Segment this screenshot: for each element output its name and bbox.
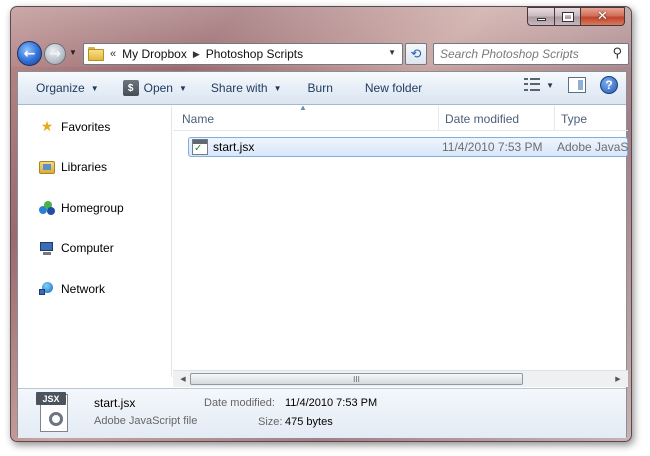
gear-icon [49, 412, 63, 426]
file-name: start.jsx [213, 140, 255, 154]
sidebar-item-favorites[interactable]: ★ Favorites [18, 116, 172, 138]
scrollbar-thumb[interactable]: III [190, 373, 523, 385]
back-arrow-icon: ← [23, 45, 36, 62]
sidebar-item-label: Favorites [61, 120, 111, 134]
scroll-right-icon[interactable]: ▶ [611, 373, 625, 385]
search-input[interactable] [440, 46, 620, 62]
caption-buttons: ✕ [527, 7, 625, 26]
search-box: ⚲ [433, 43, 629, 65]
open-icon: $ [122, 80, 139, 96]
preview-pane-icon[interactable] [568, 77, 586, 93]
libraries-icon [39, 159, 55, 175]
sidebar-item-network[interactable]: Network [18, 278, 172, 300]
details-pane: JSX start.jsx Adobe JavaScript file Date… [18, 388, 626, 438]
address-bar[interactable]: « My Dropbox ▶ Photoshop Scripts ▼ [83, 43, 403, 65]
sidebar-item-label: Libraries [61, 160, 108, 174]
homegroup-icon [39, 200, 55, 216]
details-file-type: Adobe JavaScript file [94, 415, 198, 427]
details-date-label: Date modified: [204, 397, 275, 409]
folder-icon [88, 47, 104, 61]
breadcrumb: My Dropbox ▶ Photoshop Scripts [122, 47, 303, 61]
organize-button[interactable]: Organize ▼ [27, 75, 108, 101]
column-date-label: Date modified [445, 111, 520, 126]
sidebar-item-label: Network [61, 282, 106, 296]
jsx-file-large-icon: JSX [36, 392, 72, 434]
computer-icon [39, 240, 55, 256]
details-size-value: 475 bytes [285, 416, 333, 428]
column-headers: ▲ Name Date modified Type [173, 106, 628, 131]
column-type-label: Type [561, 111, 588, 126]
command-bar: Organize ▼ $ Open ▼ Share with ▼ Burn New f… [18, 72, 626, 105]
network-icon [39, 281, 55, 297]
help-icon[interactable]: ? [600, 76, 618, 94]
back-button[interactable]: ← [17, 41, 42, 66]
star-icon: ★ [40, 119, 54, 135]
maximize-button[interactable] [554, 7, 580, 26]
burn-button[interactable]: Burn [299, 75, 342, 101]
explorer-content: Organize ▼ $ Open ▼ Share with ▼ Burn New f… [17, 71, 628, 438]
column-header-type[interactable]: Type [555, 106, 628, 131]
view-controls: ▼ ? [524, 76, 618, 94]
open-button[interactable]: $ Open ▼ [114, 75, 196, 101]
sidebar-item-homegroup[interactable]: Homegroup [18, 197, 172, 219]
recent-pages-dropdown[interactable]: ▼ [69, 48, 77, 57]
details-file-name: start.jsx [94, 396, 136, 410]
chevron-down-icon: ▼ [90, 83, 99, 93]
details-date-value: 11/4/2010 7:53 PM [285, 397, 378, 409]
search-icon[interactable]: ⚲ [612, 46, 622, 61]
breadcrumb-overflow[interactable]: « [110, 48, 116, 60]
close-button[interactable]: ✕ [580, 7, 625, 26]
column-name-label: Name [182, 111, 215, 126]
new-folder-label: New folder [364, 81, 423, 95]
organize-label: Organize [36, 81, 85, 95]
jsx-file-icon [192, 139, 208, 155]
column-header-date-modified[interactable]: Date modified [439, 106, 555, 131]
navigation-pane: ★ Favorites Libraries Homegroup Computer… [18, 106, 172, 377]
sidebar-item-computer[interactable]: Computer [18, 237, 172, 259]
file-date-modified: 11/4/2010 7:53 PM [442, 140, 543, 154]
change-view-icon[interactable] [524, 78, 541, 92]
view-options-chevron-icon[interactable]: ▼ [546, 81, 554, 90]
file-icon-label: JSX [36, 392, 66, 405]
burn-label: Burn [307, 81, 333, 95]
column-header-name[interactable]: ▲ Name [173, 106, 439, 131]
sidebar-item-libraries[interactable]: Libraries [18, 156, 172, 178]
breadcrumb-separator-icon[interactable]: ▶ [193, 49, 200, 60]
explorer-window: ✕ ← → ▼ « My Dropbox ▶ Photoshop Scripts… [10, 6, 632, 442]
new-folder-button[interactable]: New folder [356, 75, 431, 101]
maximize-icon [561, 11, 574, 22]
sidebar-item-label: Homegroup [61, 201, 124, 215]
details-size-label: Size: [258, 416, 283, 428]
file-row-selected[interactable]: start.jsx 11/4/2010 7:53 PM Adobe JavaSc… [188, 137, 628, 157]
navigation-bar: ← → ▼ « My Dropbox ▶ Photoshop Scripts ▼… [17, 40, 629, 68]
share-with-label: Share with [210, 81, 268, 95]
refresh-icon: ⟲ [410, 46, 422, 62]
chevron-down-icon: ▼ [178, 83, 187, 93]
file-list: ▲ Name Date modified Type start.jsx 11/4… [173, 106, 628, 377]
forward-arrow-icon: → [49, 46, 61, 62]
sort-ascending-icon: ▲ [299, 106, 307, 112]
sidebar-item-label: Computer [61, 241, 114, 255]
share-with-button[interactable]: Share with ▼ [202, 75, 291, 101]
chevron-down-icon: ▼ [273, 83, 282, 93]
minimize-button[interactable] [527, 7, 554, 26]
forward-button[interactable]: → [44, 43, 66, 65]
horizontal-scrollbar[interactable]: ◀ III ▶ [173, 370, 628, 387]
address-dropdown-icon[interactable]: ▼ [388, 48, 396, 57]
scroll-left-icon[interactable]: ◀ [176, 373, 190, 385]
breadcrumb-item-photoshop-scripts[interactable]: Photoshop Scripts [206, 47, 303, 61]
file-type: Adobe JavaScript file [557, 140, 628, 154]
open-label: Open [143, 81, 173, 95]
refresh-button[interactable]: ⟲ [405, 43, 427, 65]
close-icon: ✕ [597, 9, 608, 24]
minimize-icon [536, 18, 546, 21]
breadcrumb-item-my-dropbox[interactable]: My Dropbox [122, 47, 187, 61]
